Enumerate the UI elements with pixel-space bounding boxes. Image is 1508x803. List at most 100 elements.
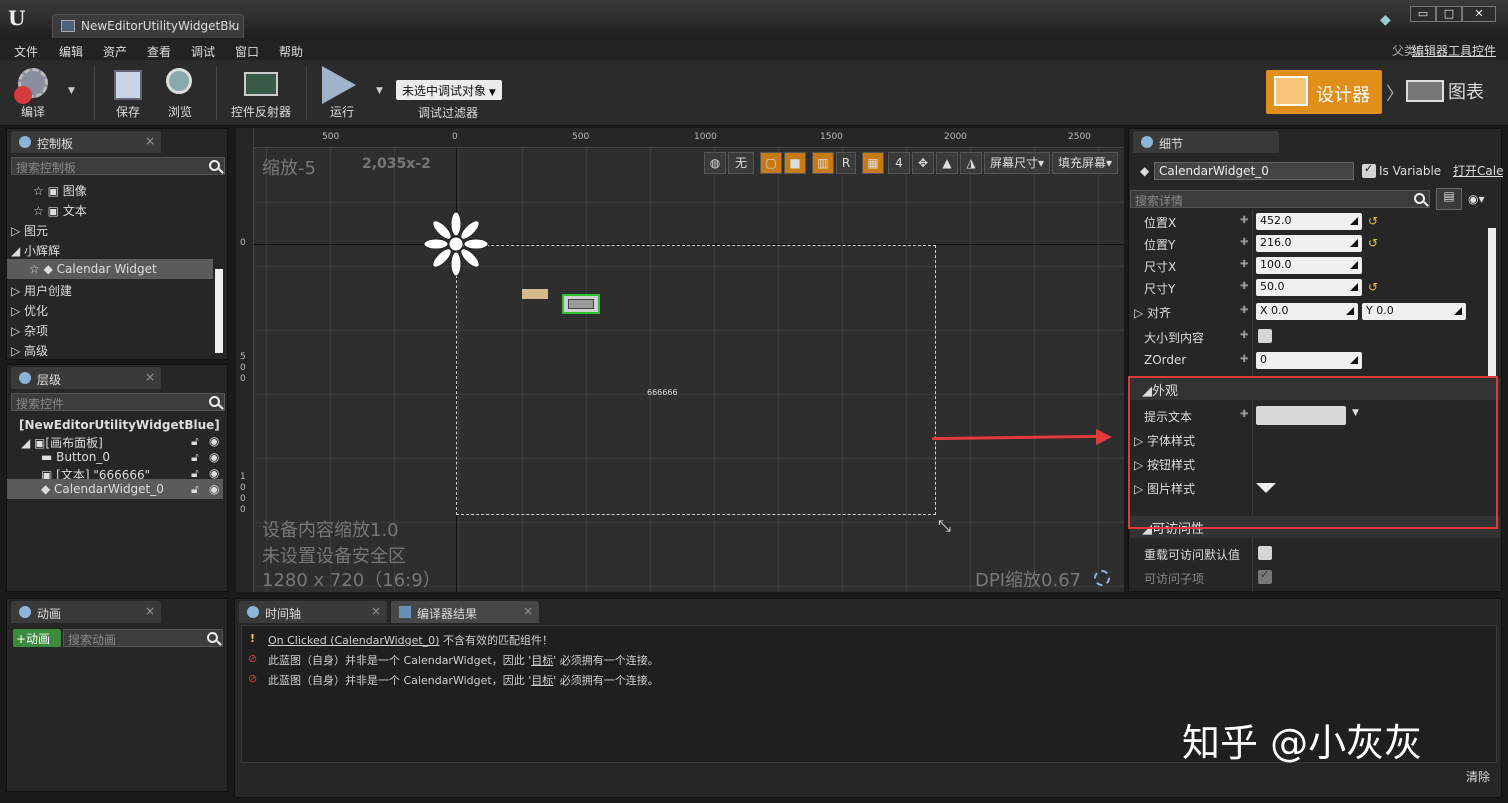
palette-category-user[interactable]: ◢ 小辉辉 [7, 239, 213, 259]
anchor-flower-icon[interactable] [423, 211, 489, 277]
close-compiler-results-icon[interactable]: × [523, 604, 533, 618]
visibility-eye-icon[interactable]: ◉ [209, 434, 219, 448]
document-tab[interactable]: NewEditorUtilityWidgetBlu × [52, 14, 244, 38]
widget-reflector-button[interactable]: 控件反射器 [226, 64, 296, 122]
is-variable-checkbox[interactable]: ✓ [1362, 162, 1376, 178]
browse-button[interactable]: 浏览 [158, 64, 202, 122]
widget-name-input[interactable]: CalendarWidget_0 [1154, 162, 1354, 180]
animation-tab[interactable]: 动画 × [11, 601, 161, 623]
save-button[interactable]: 保存 [106, 64, 150, 122]
details-scrollbar[interactable] [1488, 228, 1496, 378]
compile-options-chevron-icon[interactable]: ▼ [68, 86, 75, 96]
palette-item-image[interactable]: ☆ ▣ 图像 [7, 179, 213, 199]
zorder-input[interactable]: 0 [1256, 352, 1362, 369]
calendar-widget-preview[interactable] [562, 294, 600, 314]
details-search-input[interactable]: 搜索详情 [1130, 190, 1430, 208]
bind-pin-icon[interactable]: ✚ [1240, 215, 1248, 226]
palette-category-user-created[interactable]: ▷ 用户创建 [7, 279, 213, 299]
respect-locks-icon[interactable]: ▥ [812, 152, 834, 174]
resize-handle-icon[interactable]: ⤡ [938, 516, 951, 536]
override-accessible-checkbox[interactable] [1258, 546, 1272, 560]
lock-icon[interactable]: 🔓︎ [191, 482, 199, 497]
menu-edit[interactable]: 编辑 [59, 43, 83, 60]
bind-pin-icon[interactable]: ✚ [1240, 281, 1248, 292]
transform-icon[interactable]: ✥ [912, 152, 934, 174]
palette-category-misc[interactable]: ▷ 杂项 [7, 319, 213, 339]
property-matrix-icon[interactable]: ▤ [1436, 188, 1462, 210]
clear-button[interactable]: 清除 [1466, 768, 1490, 785]
button-widget-preview[interactable] [522, 289, 548, 299]
size-x-input[interactable]: 100.0 [1256, 257, 1362, 274]
open-calendar-link[interactable]: 打开Cale [1453, 162, 1503, 179]
size-y-input[interactable]: 50.0 [1256, 279, 1362, 296]
bind-pin-icon[interactable]: ✚ [1240, 259, 1248, 270]
alignment-y-input[interactable]: Y 0.0 [1362, 303, 1466, 320]
menu-help[interactable]: 帮助 [279, 43, 303, 60]
visibility-eye-icon[interactable]: ◉ [209, 450, 219, 464]
image-view-icon[interactable]: ▲ [936, 152, 958, 174]
designer-mode-button[interactable]: 设计器 [1266, 70, 1382, 114]
palette-tab[interactable]: 控制板 × [11, 131, 161, 153]
reset-arrow-icon[interactable]: ↺ [1368, 236, 1378, 250]
menu-window[interactable]: 窗口 [235, 43, 259, 60]
menu-debug[interactable]: 调试 [191, 43, 215, 60]
details-tab[interactable]: 细节 [1133, 131, 1279, 153]
message-link[interactable]: On Clicked (CalendarWidget_0) [268, 634, 439, 647]
hierarchy-tab[interactable]: 层级 × [11, 367, 161, 389]
alignment-x-input[interactable]: X 0.0 [1256, 303, 1358, 320]
position-y-input[interactable]: 216.0 [1256, 235, 1362, 252]
dpi-settings-gear-icon[interactable] [1094, 570, 1110, 586]
run-button[interactable]: 运行 [316, 64, 368, 122]
close-palette-icon[interactable]: × [145, 134, 155, 148]
notification-icon[interactable]: ◆ [1380, 12, 1398, 28]
hierarchy-item-calendar[interactable]: ◆ CalendarWidget_0 🔓︎ ◉ [7, 479, 223, 499]
palette-category-primitive[interactable]: ▷ 图元 [7, 219, 213, 239]
position-x-input[interactable]: 452.0 [1256, 213, 1362, 230]
compile-button[interactable]: 编译 [8, 64, 58, 122]
close-window-button[interactable]: ✕ [1462, 6, 1496, 22]
palette-item-calendar-widget[interactable]: ☆ ◆ Calendar Widget [7, 259, 213, 279]
hierarchy-search-input[interactable]: 搜索控件 [11, 393, 225, 411]
close-animation-icon[interactable]: × [145, 604, 155, 618]
visibility-filter-eye-icon[interactable]: ◉▾ [1468, 192, 1485, 206]
menu-view[interactable]: 查看 [147, 43, 171, 60]
grid-snap-icon[interactable]: ▦ [862, 152, 884, 174]
menu-asset[interactable]: 资产 [103, 43, 127, 60]
add-animation-button[interactable]: +动画 [13, 629, 61, 647]
lock-toggle-icon[interactable]: ■ [784, 152, 806, 174]
message-link[interactable]: 目标 [531, 654, 553, 667]
fill-screen-dropdown[interactable]: 填充屏幕▾ [1052, 152, 1118, 174]
size-to-content-checkbox[interactable] [1258, 329, 1272, 343]
message-link[interactable]: 目标 [531, 674, 553, 687]
run-options-chevron-icon[interactable]: ▼ [376, 86, 383, 96]
visibility-eye-icon[interactable]: ◉ [209, 466, 219, 480]
minimize-button[interactable]: ▭ [1410, 6, 1436, 22]
animation-search-input[interactable]: 搜索动画 [63, 629, 223, 647]
maximize-button[interactable]: □ [1436, 6, 1462, 22]
outline-toggle-icon[interactable]: ▢ [760, 152, 782, 174]
palette-scrollbar[interactable] [215, 269, 223, 353]
debug-object-dropdown[interactable]: 未选中调试对象 ▼ [396, 80, 502, 100]
alignment-label[interactable]: ▷ 对齐 [1134, 304, 1171, 321]
bind-pin-icon[interactable]: ✚ [1240, 237, 1248, 248]
bind-pin-icon[interactable]: ✚ [1240, 354, 1248, 365]
close-timeline-icon[interactable]: × [371, 604, 381, 618]
grid-size-button[interactable]: 4 [888, 152, 910, 174]
palette-item-text[interactable]: ☆ ▣ 文本 [7, 199, 213, 219]
render-toggle-button[interactable]: R [836, 152, 856, 174]
flip-icon[interactable]: ◮ [960, 152, 982, 174]
graph-mode-button[interactable]: 图表 [1404, 78, 1484, 104]
visibility-eye-icon[interactable]: ◉ [209, 482, 219, 496]
close-tab-icon[interactable]: × [227, 19, 237, 33]
reset-arrow-icon[interactable]: ↺ [1368, 214, 1378, 228]
bind-pin-icon[interactable]: ✚ [1240, 305, 1248, 316]
parent-class-link[interactable]: 编辑器工具控件 [1412, 42, 1496, 59]
bind-pin-icon[interactable]: ✚ [1240, 330, 1248, 341]
compiler-results-tab[interactable]: 编译器结果 × [391, 601, 539, 623]
reset-arrow-icon[interactable]: ↺ [1368, 280, 1378, 294]
timeline-tab[interactable]: 时间轴 × [239, 601, 387, 623]
palette-category-optimization[interactable]: ▷ 优化 [7, 299, 213, 319]
palette-search-input[interactable]: 搜索控制板 [11, 157, 225, 175]
localization-none-button[interactable]: 无 [728, 152, 754, 174]
globe-icon[interactable]: ◍ [704, 152, 726, 174]
